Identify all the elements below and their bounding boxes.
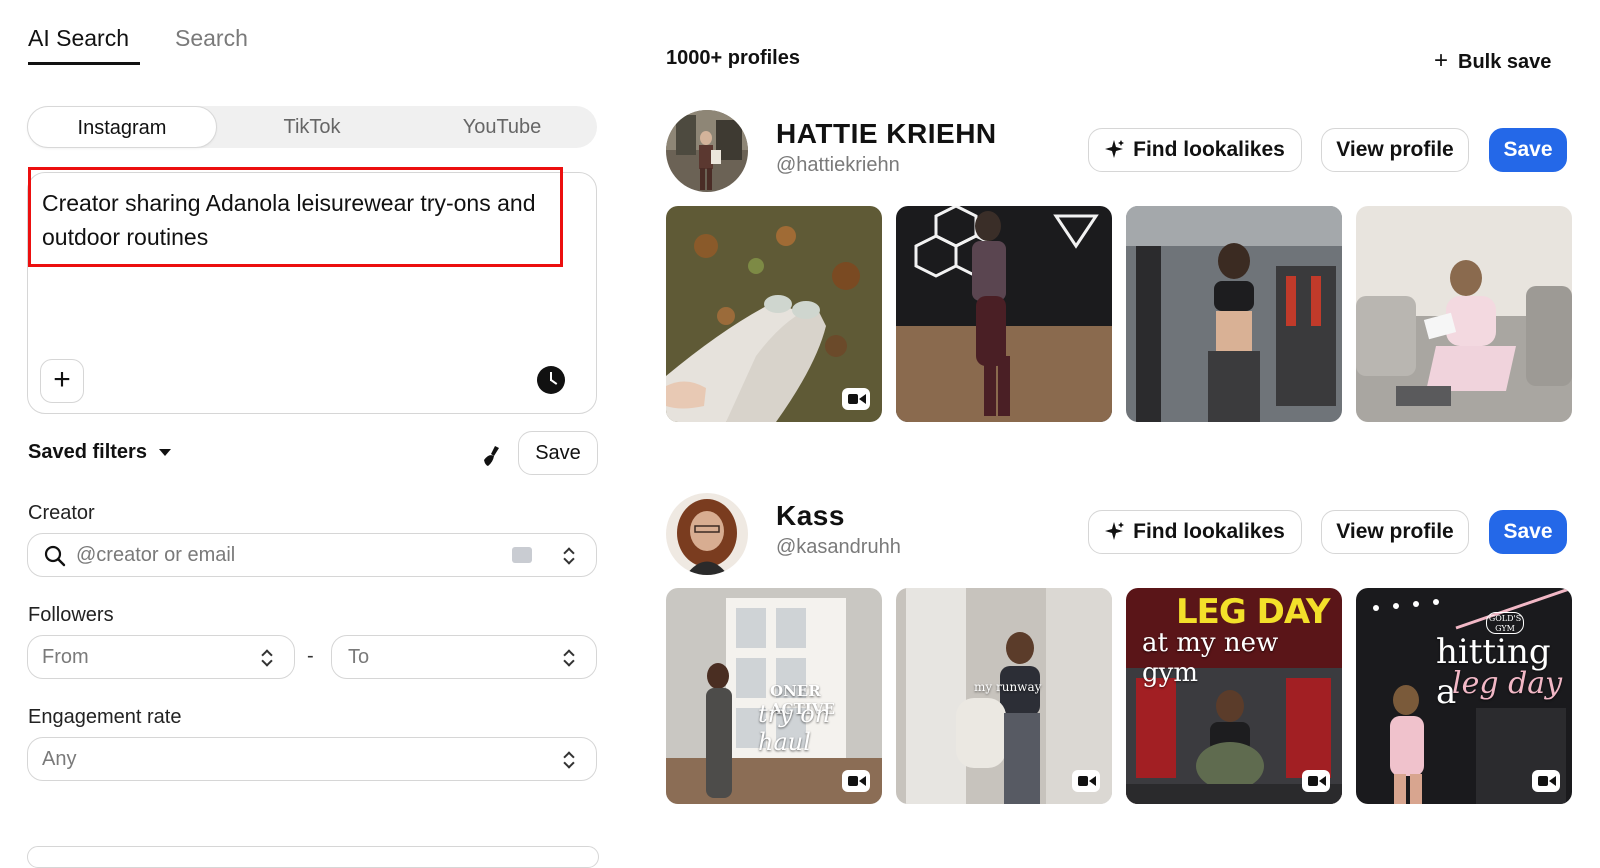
followers-to-placeholder: To [348, 646, 370, 668]
post-thumbnail[interactable]: ONER ACTIVE try on haul [666, 588, 882, 804]
video-icon [1532, 770, 1560, 792]
updown-icon [563, 649, 573, 665]
query-highlight-box [28, 167, 563, 267]
profile-name[interactable]: Kass [776, 500, 845, 532]
plus-icon: + [1434, 47, 1449, 74]
updown-icon [563, 751, 573, 767]
save-filters-button[interactable]: Save [518, 431, 598, 475]
bulk-save-button[interactable]: + Bulk save [1434, 47, 1551, 75]
saved-filters-label: Saved filters [28, 441, 147, 463]
post-thumbnail[interactable] [666, 206, 882, 422]
followers-from-field[interactable]: From [27, 635, 295, 679]
video-icon [1302, 770, 1330, 792]
add-attachment-button[interactable]: + [40, 359, 84, 403]
view-profile-button[interactable]: View profile [1321, 128, 1469, 172]
video-icon [1072, 770, 1100, 792]
creator-input-placeholder: @creator or email [76, 544, 236, 566]
post-overlay-text: at my new gym [1142, 628, 1279, 688]
tab-active-underline [28, 62, 140, 65]
engagement-rate-value: Any [42, 748, 77, 770]
caret-down-icon [158, 449, 171, 457]
find-lookalikes-label: Find lookalikes [1133, 138, 1285, 161]
engagement-rate-select[interactable]: Any [27, 737, 597, 781]
post-image [1126, 206, 1342, 422]
avatar[interactable] [666, 493, 748, 575]
video-icon [842, 770, 870, 792]
range-separator: - [307, 645, 314, 667]
avatar[interactable] [666, 110, 748, 192]
history-clock-icon[interactable] [537, 366, 565, 394]
golds-gym-badge: GOLD'S GYM [1486, 612, 1524, 634]
sparkle-icon [1105, 140, 1125, 158]
followers-label: Followers [28, 604, 114, 626]
broom-icon[interactable] [481, 444, 503, 473]
post-image [896, 206, 1112, 422]
tab-ai-search[interactable]: AI Search [28, 25, 129, 52]
sparkle-icon [1105, 522, 1125, 540]
profile-handle: @kasandruhh [776, 536, 901, 558]
post-thumbnail[interactable] [1356, 206, 1572, 422]
tab-search[interactable]: Search [175, 25, 248, 52]
post-thumbnail[interactable] [896, 206, 1112, 422]
platform-tiktok[interactable]: TikTok [217, 106, 407, 148]
updown-icon [563, 547, 573, 563]
post-thumbnail[interactable]: LEG DAY at my new gym [1126, 588, 1342, 804]
creator-label: Creator [28, 502, 95, 524]
post-overlay-text: leg day [1452, 666, 1563, 701]
bulk-save-label: Bulk save [1458, 51, 1552, 73]
view-profile-button[interactable]: View profile [1321, 510, 1469, 554]
profile-handle: @hattiekriehn [776, 154, 900, 176]
post-thumbnail[interactable] [1126, 206, 1342, 422]
updown-icon [261, 649, 271, 665]
platform-instagram[interactable]: Instagram [27, 106, 217, 148]
post-overlay-text: try on haul [758, 700, 831, 756]
plus-icon: + [53, 363, 71, 396]
saved-filters-dropdown[interactable]: Saved filters [28, 441, 171, 464]
followers-to-field[interactable]: To [331, 635, 597, 679]
find-lookalikes-label: Find lookalikes [1133, 520, 1285, 543]
next-filter-field[interactable] [27, 846, 599, 868]
platform-youtube[interactable]: YouTube [407, 106, 597, 148]
platform-switcher: Instagram TikTok YouTube [27, 106, 597, 148]
save-profile-button[interactable]: Save [1489, 128, 1567, 172]
post-thumbnail[interactable]: GOLD'S GYM hitting a leg day [1356, 588, 1572, 804]
results-count: 1000+ profiles [666, 47, 800, 69]
followers-from-placeholder: From [42, 646, 89, 668]
save-profile-button[interactable]: Save [1489, 510, 1567, 554]
video-icon [842, 388, 870, 410]
find-lookalikes-button[interactable]: Find lookalikes [1088, 510, 1302, 554]
post-thumbnail[interactable]: my runway [896, 588, 1112, 804]
find-lookalikes-button[interactable]: Find lookalikes [1088, 128, 1302, 172]
contact-card-icon [512, 547, 532, 563]
search-icon [44, 545, 66, 567]
post-image [1356, 206, 1572, 422]
engagement-rate-label: Engagement rate [28, 706, 182, 728]
creator-search-field[interactable]: @creator or email [27, 533, 597, 577]
profile-name[interactable]: HATTIE KRIEHN [776, 118, 997, 150]
post-overlay-text: my runway [974, 680, 1042, 694]
post-overlay-text: LEG DAY [1176, 592, 1331, 632]
